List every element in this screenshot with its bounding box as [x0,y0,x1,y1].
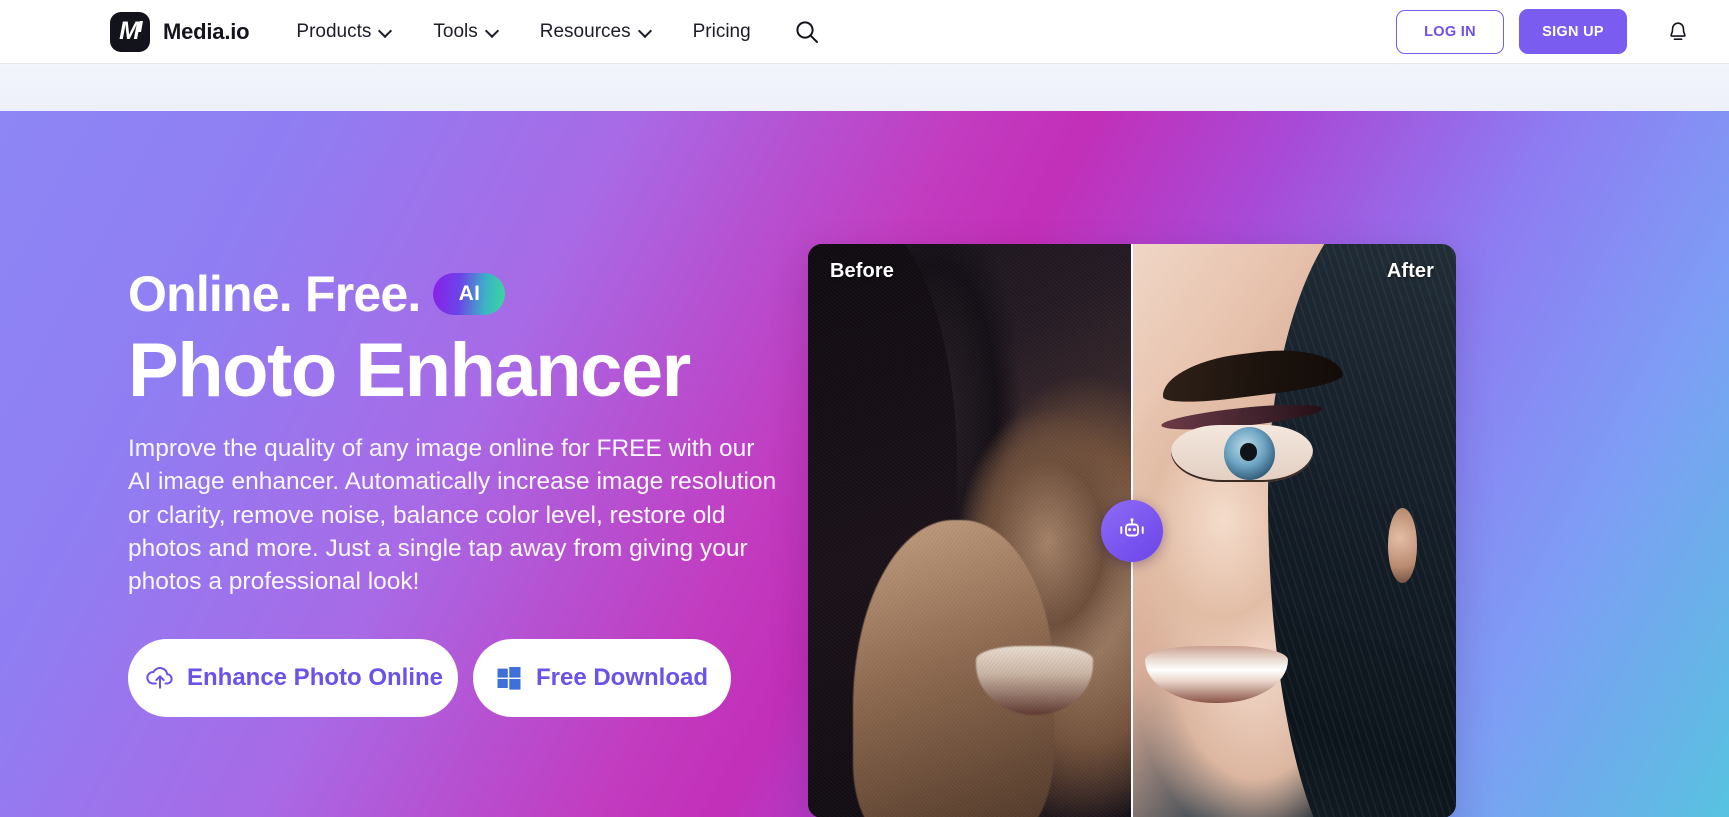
top-navigation-bar: M Media.io Products Tools Resources Pric… [0,0,1729,64]
hero-description: Improve the quality of any image online … [128,435,777,596]
before-portrait-image [808,244,1132,817]
hero-content: Online. Free. AI Photo Enhancer Improve … [128,263,788,717]
page-title: Photo Enhancer [128,328,691,413]
after-image-pane [1132,244,1456,817]
ai-badge: AI [433,273,506,315]
login-button[interactable]: LOG IN [1396,9,1504,54]
after-label: After [1386,260,1434,282]
after-ear-region [1387,508,1418,583]
after-mouth-region [1144,645,1288,704]
enhance-photo-online-button[interactable]: Enhance Photo Online [128,638,458,717]
nav-item-tools-label: Tools [433,20,478,42]
nav-item-tools[interactable]: Tools [433,21,497,43]
before-label: Before [830,260,894,282]
nav-item-products-label: Products [296,20,372,42]
after-hair-region [1268,244,1456,817]
free-download-button[interactable]: Free Download [473,638,731,717]
notifications-button[interactable] [1663,17,1693,47]
signup-button[interactable]: SIGN UP [1519,9,1627,54]
after-iris-region [1223,427,1275,480]
before-mouth-region [976,645,1094,715]
chevron-down-icon [380,25,391,36]
before-after-comparison-card[interactable]: Before After [808,244,1456,817]
nav-item-pricing[interactable]: Pricing [693,21,751,43]
search-button[interactable] [790,15,824,49]
logo-m-glyph: M [119,17,140,45]
cloud-upload-icon [143,664,173,692]
after-portrait-image [1132,244,1456,817]
hero-eyebrow-row: Online. Free. AI [128,263,788,325]
before-hand-region [853,519,1055,817]
media-io-logo-icon: M [110,11,150,52]
windows-logo-icon [496,665,522,691]
brand-logo-link[interactable]: M Media.io [110,11,250,52]
nav-item-pricing-label: Pricing [692,20,751,42]
primary-nav-links: Products Tools Resources Pricing [296,21,750,43]
hero-cta-group: Enhance Photo Online Free Download [128,638,788,717]
logo-tick-mark [138,20,143,32]
nav-item-resources-label: Resources [539,20,631,42]
enhance-photo-online-label: Enhance Photo Online [186,663,444,691]
chevron-down-icon [640,25,651,36]
notification-bell-icon [1670,21,1686,40]
brand-name-label: Media.io [163,18,250,44]
hero-section: Online. Free. AI Photo Enhancer Improve … [0,111,1729,817]
chevron-down-icon [487,25,498,36]
before-hair-region [808,244,958,817]
nav-item-resources[interactable]: Resources [540,21,651,43]
compare-slider-handle-icon [1120,518,1144,537]
after-eye-region [1170,424,1314,483]
nav-actions: LOG IN SIGN UP [1396,9,1693,54]
comparison-slider-handle[interactable] [1101,500,1163,562]
before-image-pane [808,244,1132,817]
nav-item-products[interactable]: Products [296,21,391,43]
nav-sub-strip [0,64,1729,111]
search-icon [796,20,818,43]
hero-eyebrow: Online. Free. [128,266,421,322]
free-download-label: Free Download [535,663,709,691]
